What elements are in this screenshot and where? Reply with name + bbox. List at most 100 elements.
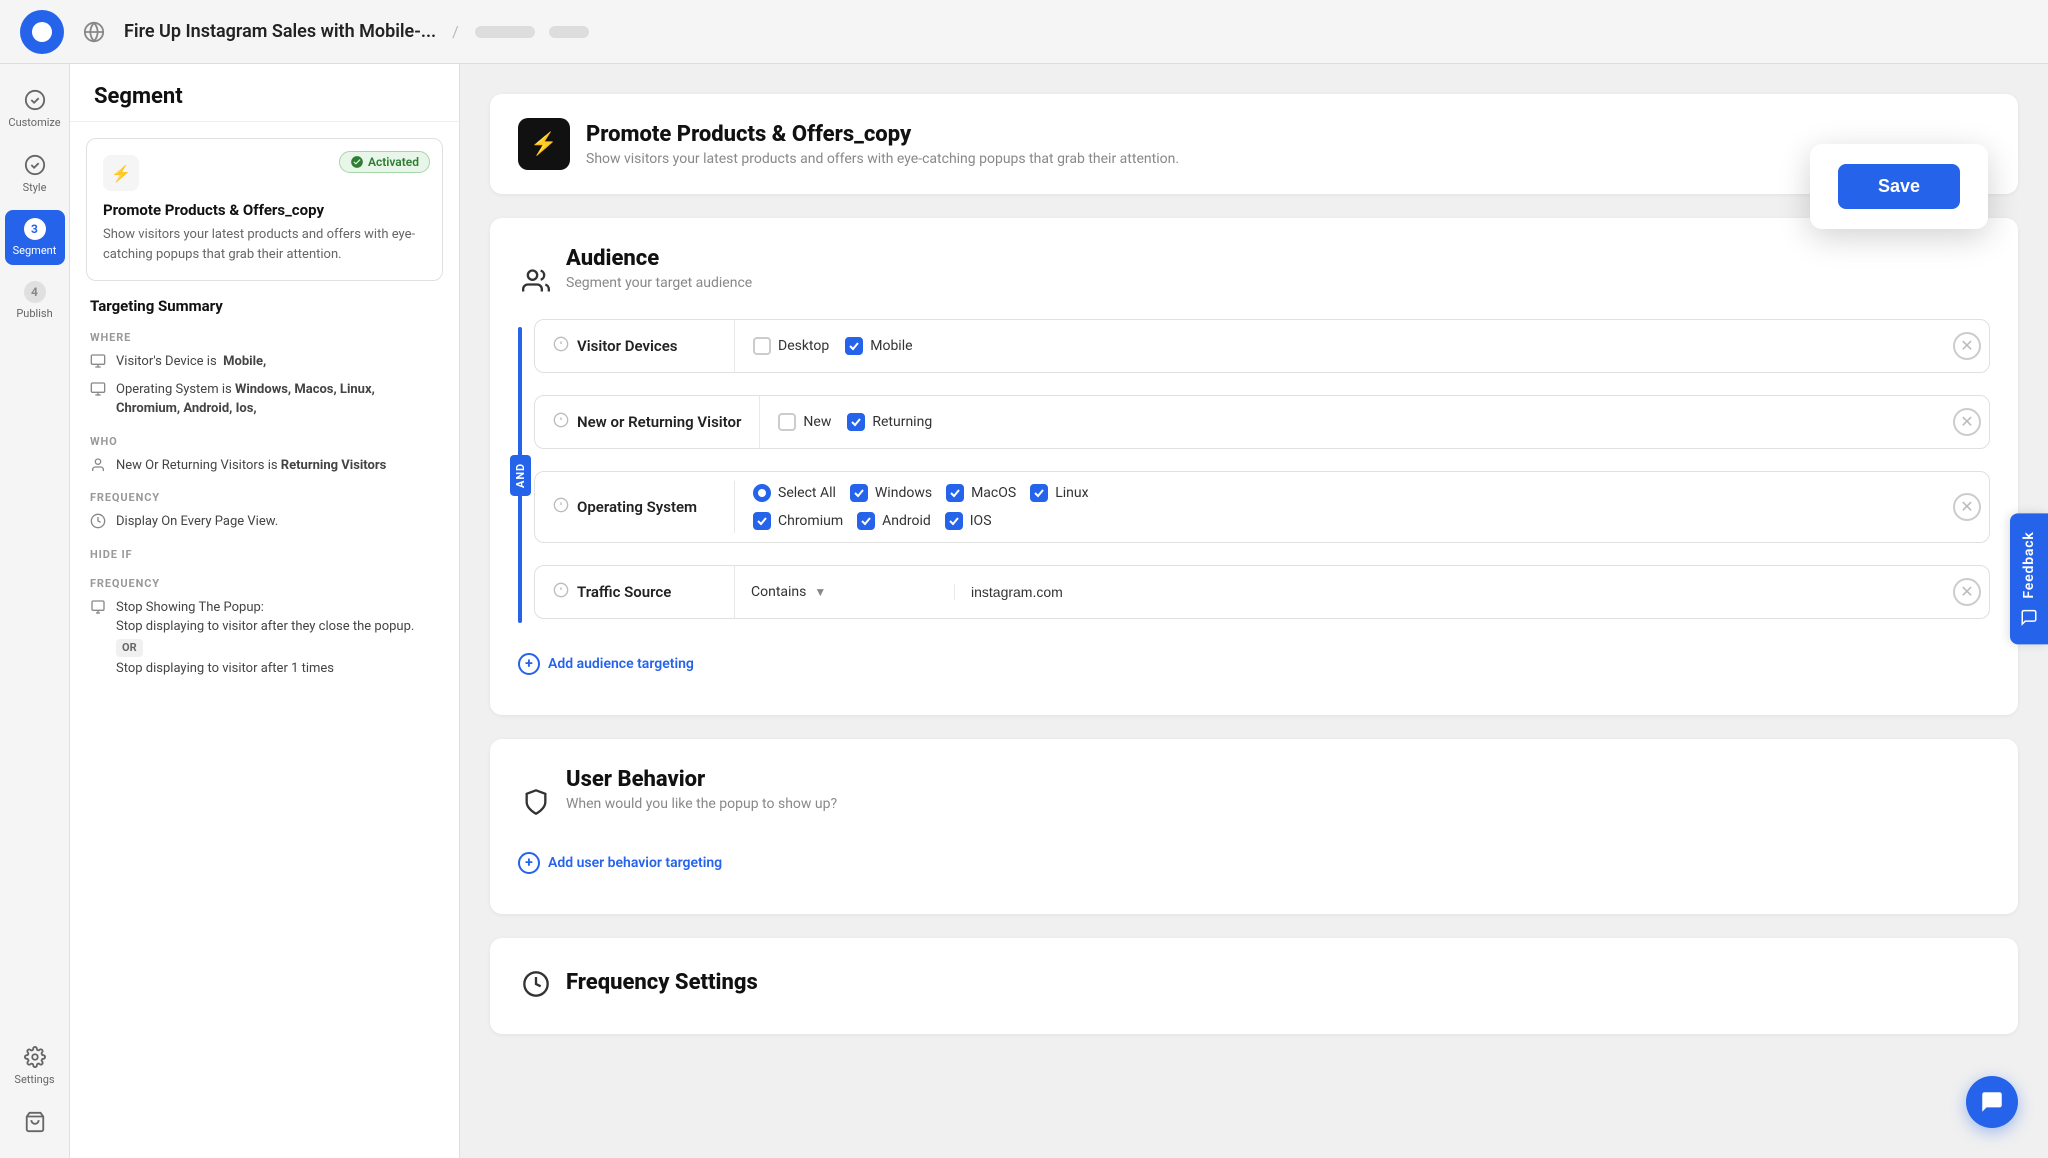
frequency-title: Frequency Settings bbox=[566, 970, 758, 995]
lightning-icon: ⚡ bbox=[103, 155, 139, 191]
who-label: WHO bbox=[90, 435, 439, 448]
visitor-devices-label: Visitor Devices bbox=[535, 320, 735, 372]
hide-freq-label: FREQUENCY bbox=[90, 577, 439, 590]
mobile-checkbox[interactable] bbox=[845, 337, 863, 355]
returning-option[interactable]: Returning bbox=[847, 413, 932, 431]
chromium-checkbox[interactable] bbox=[753, 512, 771, 530]
ios-option[interactable]: IOS bbox=[945, 512, 992, 530]
linux-option[interactable]: Linux bbox=[1030, 484, 1088, 502]
new-returning-row: New or Returning Visitor New bbox=[534, 395, 1990, 449]
style-check-icon bbox=[23, 153, 47, 177]
audience-icon bbox=[518, 263, 554, 299]
check-circle-icon bbox=[23, 88, 47, 112]
select-all-option[interactable]: Select All bbox=[753, 484, 836, 502]
user-behavior-subtitle: When would you like the popup to show up… bbox=[566, 796, 837, 812]
sidebar-item-publish[interactable]: 4 Publish bbox=[5, 273, 65, 328]
android-checkbox[interactable] bbox=[857, 512, 875, 530]
ios-checkbox[interactable] bbox=[945, 512, 963, 530]
sidebar-item-shop[interactable] bbox=[5, 1102, 65, 1142]
chromium-option[interactable]: Chromium bbox=[753, 512, 843, 530]
delete-visitor-devices-button[interactable]: ✕ bbox=[1953, 332, 1981, 360]
segment-badge: 3 bbox=[24, 218, 46, 240]
info-icon-2 bbox=[553, 412, 569, 432]
add-circle-icon: + bbox=[518, 653, 540, 675]
operating-system-label: Operating System bbox=[535, 481, 735, 533]
who-text: New Or Returning Visitors is Returning V… bbox=[116, 456, 386, 476]
sidebar-item-style[interactable]: Style bbox=[5, 145, 65, 202]
traffic-source-row: Traffic Source Contains ▼ ✕ bbox=[534, 565, 1990, 619]
sidebar-header: Segment bbox=[70, 64, 459, 122]
returning-checkbox[interactable] bbox=[847, 413, 865, 431]
info-icon-4 bbox=[553, 582, 569, 602]
new-checkbox[interactable] bbox=[778, 413, 796, 431]
sidebar-item-segment[interactable]: 3 Segment bbox=[5, 210, 65, 265]
macos-checkbox[interactable] bbox=[946, 484, 964, 502]
chevron-down-icon: ▼ bbox=[814, 585, 826, 599]
breadcrumb-dots bbox=[475, 26, 589, 38]
traffic-condition-select[interactable]: Contains ▼ bbox=[735, 584, 955, 600]
publish-badge: 4 bbox=[24, 281, 46, 303]
delete-traffic: ✕ bbox=[1945, 578, 1989, 606]
where-label: WHERE bbox=[90, 331, 439, 344]
delete-traffic-button[interactable]: ✕ bbox=[1953, 578, 1981, 606]
new-option[interactable]: New bbox=[778, 413, 831, 431]
chat-button[interactable] bbox=[1966, 1076, 2018, 1128]
add-audience-targeting[interactable]: + Add audience targeting bbox=[518, 641, 1990, 687]
sidebar-item-settings[interactable]: Settings bbox=[5, 1037, 65, 1094]
traffic-value-input[interactable] bbox=[955, 572, 1945, 612]
sidebar-item-customize[interactable]: Customize bbox=[5, 80, 65, 137]
where-device-text: Visitor's Device is Mobile, bbox=[116, 352, 266, 372]
save-button[interactable]: Save bbox=[1838, 164, 1960, 209]
campaign-subtitle: Show visitors your latest products and o… bbox=[586, 151, 1179, 167]
delete-os: ✕ bbox=[1945, 493, 1989, 521]
desktop-checkbox[interactable] bbox=[753, 337, 771, 355]
targeting-summary: Targeting Summary WHERE Visitor's Device… bbox=[70, 297, 459, 707]
feedback-icon bbox=[2020, 609, 2038, 627]
person-icon bbox=[90, 457, 108, 475]
windows-checkbox[interactable] bbox=[850, 484, 868, 502]
add-behavior-icon: + bbox=[518, 852, 540, 874]
targeting-title: Targeting Summary bbox=[90, 297, 439, 315]
hide-if-label: Hide if bbox=[90, 548, 439, 561]
frequency-section: Frequency Settings bbox=[490, 938, 2018, 1034]
desktop-option[interactable]: Desktop bbox=[753, 337, 829, 355]
visitor-devices-row: Visitor Devices Desktop Mob bbox=[534, 319, 1990, 373]
windows-option[interactable]: Windows bbox=[850, 484, 932, 502]
chat-icon bbox=[1979, 1089, 2005, 1115]
card-desc: Show visitors your latest products and o… bbox=[103, 225, 426, 264]
popup-icon bbox=[90, 599, 108, 617]
macos-option[interactable]: MacOS bbox=[946, 484, 1016, 502]
activated-badge: Activated bbox=[339, 151, 430, 173]
user-behavior-title: User Behavior bbox=[566, 767, 837, 792]
gear-icon bbox=[23, 1045, 47, 1069]
globe-icon bbox=[76, 14, 112, 50]
campaign-title: Promote Products & Offers_copy bbox=[586, 122, 1179, 147]
or-badge: OR bbox=[116, 639, 143, 658]
delete-new-returning-button[interactable]: ✕ bbox=[1953, 408, 1981, 436]
audience-subtitle: Segment your target audience bbox=[566, 275, 752, 291]
sidebar: Segment Activated ⚡ Promote Products & O… bbox=[70, 64, 460, 1158]
campaign-card: Activated ⚡ Promote Products & Offers_co… bbox=[86, 138, 443, 281]
operating-system-row: Operating System Select All bbox=[534, 471, 1990, 543]
audience-section: Audience Segment your target audience AN… bbox=[490, 218, 2018, 715]
topbar: Fire Up Instagram Sales with Mobile-... … bbox=[0, 0, 2048, 64]
add-user-behavior-targeting[interactable]: + Add user behavior targeting bbox=[518, 840, 1990, 886]
where-os-text: Operating System is Windows, Macos, Linu… bbox=[116, 380, 439, 419]
feedback-tab[interactable]: Feedback bbox=[2010, 513, 2048, 644]
campaign-lightning-icon: ⚡ bbox=[518, 118, 570, 170]
select-all-radio[interactable] bbox=[753, 484, 771, 502]
summary-item-os: Operating System is Windows, Macos, Linu… bbox=[90, 380, 439, 419]
delete-new-returning: ✕ bbox=[1945, 408, 1989, 436]
summary-item: Visitor's Device is Mobile, bbox=[90, 352, 439, 372]
clock-icon bbox=[90, 513, 108, 531]
page-title: Fire Up Instagram Sales with Mobile-... bbox=[124, 21, 436, 42]
linux-checkbox[interactable] bbox=[1030, 484, 1048, 502]
new-returning-label: New or Returning Visitor bbox=[535, 396, 760, 448]
behavior-icon bbox=[518, 784, 554, 820]
app-logo[interactable] bbox=[20, 10, 64, 54]
freq-text: Display On Every Page View. bbox=[116, 512, 278, 532]
mobile-option[interactable]: Mobile bbox=[845, 337, 912, 355]
card-title: Promote Products & Offers_copy bbox=[103, 201, 426, 219]
delete-os-button[interactable]: ✕ bbox=[1953, 493, 1981, 521]
android-option[interactable]: Android bbox=[857, 512, 931, 530]
